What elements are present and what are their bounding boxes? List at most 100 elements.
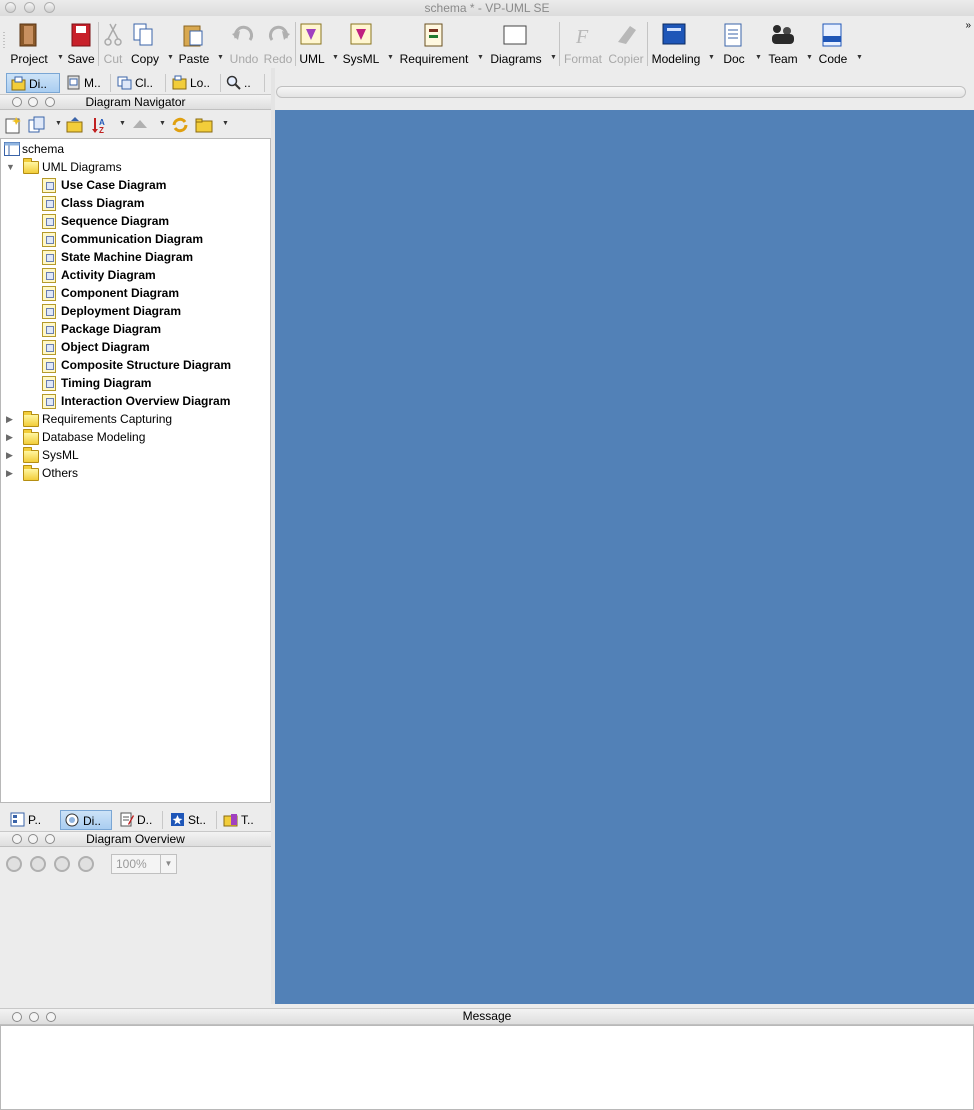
save-button[interactable]: Save xyxy=(66,20,96,66)
collapsed-triangle-icon[interactable]: ▶ xyxy=(6,446,13,464)
tab-class-repository[interactable]: Cl.. xyxy=(113,73,163,93)
tree-label: Interaction Overview Diagram xyxy=(61,394,231,408)
toolbar-overflow-button[interactable]: » xyxy=(965,20,971,31)
main-toolbar: F Project ▼ Save Cut Copy ▼ Paste ▼ Undo… xyxy=(0,16,974,68)
diagram-navigator-title: Diagram Navigator xyxy=(85,95,186,109)
zoom-window-button[interactable] xyxy=(44,2,55,13)
code-button[interactable]: Code xyxy=(816,20,850,66)
zoom-out-icon[interactable] xyxy=(30,856,46,872)
tab-diagram-navigator[interactable]: Di.. xyxy=(6,73,60,93)
diagram-tree: schema ▼ UML Diagrams Use Case Diagram Cl… xyxy=(0,138,271,803)
code-dropdown-arrow[interactable]: ▼ xyxy=(856,54,863,62)
folder-dropdown-arrow[interactable]: ▼ xyxy=(222,120,229,127)
team-button[interactable]: Team xyxy=(765,20,801,66)
tree-item-diagram[interactable]: Interaction Overview Diagram xyxy=(42,392,230,410)
uml-button[interactable]: UML xyxy=(297,20,327,66)
diagram-icon-shape xyxy=(42,340,56,355)
tree-folder[interactable]: ▶ Requirements Capturing xyxy=(6,410,172,428)
diagram-icon-shape xyxy=(42,394,56,409)
tree-item-diagram[interactable]: Deployment Diagram xyxy=(42,302,181,320)
tab-model-explorer[interactable]: M.. xyxy=(62,73,106,93)
tab-documentation[interactable]: D.. xyxy=(115,810,161,830)
copy-dropdown-arrow[interactable]: ▼ xyxy=(167,54,174,62)
tree-item-diagram[interactable]: Activity Diagram xyxy=(42,266,156,284)
tree-item-diagram[interactable]: Composite Structure Diagram xyxy=(42,356,231,374)
expanded-triangle-icon[interactable]: ▼ xyxy=(6,158,15,176)
tab-template[interactable]: T.. xyxy=(219,810,263,830)
up-dropdown-arrow[interactable]: ▼ xyxy=(159,120,166,127)
property-icon xyxy=(10,812,25,827)
requirement-dropdown-arrow[interactable]: ▼ xyxy=(477,54,484,62)
paste-button[interactable]: Paste xyxy=(176,20,212,66)
tree-item-diagram[interactable]: Component Diagram xyxy=(42,284,179,302)
class-repository-icon xyxy=(117,76,132,90)
diagram-canvas[interactable] xyxy=(275,110,974,1004)
copy-button[interactable]: Copy xyxy=(128,20,162,66)
diagram-filter-icon[interactable] xyxy=(28,116,46,134)
doc-button[interactable]: Doc xyxy=(719,20,749,66)
open-folder-icon[interactable] xyxy=(66,116,84,134)
tab-stereotype[interactable]: St.. xyxy=(166,810,214,830)
format-button[interactable]: Format xyxy=(562,20,604,66)
zoom-in-icon[interactable] xyxy=(6,856,22,872)
tab-logical-view[interactable]: Lo.. xyxy=(168,73,218,93)
chevron-down-icon[interactable]: ▼ xyxy=(160,855,176,873)
diagrams-dropdown-arrow[interactable]: ▼ xyxy=(550,54,557,62)
project-button[interactable]: Project xyxy=(8,20,50,66)
tree-item-diagram[interactable]: Sequence Diagram xyxy=(42,212,169,230)
sysml-dropdown-arrow[interactable]: ▼ xyxy=(387,54,394,62)
toolbar-separator xyxy=(647,22,648,66)
project-dropdown-arrow[interactable]: ▼ xyxy=(57,54,64,62)
tree-item-diagram[interactable]: State Machine Diagram xyxy=(42,248,193,266)
tree-folder[interactable]: ▶ Database Modeling xyxy=(6,428,145,446)
tab-property[interactable]: P.. xyxy=(6,810,54,830)
sysml-button[interactable]: SysML xyxy=(341,20,381,66)
tree-item-diagram[interactable]: Use Case Diagram xyxy=(42,176,166,194)
zoom-combo[interactable]: 100% ▼ xyxy=(111,854,177,874)
sort-icon[interactable]: AZ xyxy=(92,116,110,134)
redo-button[interactable]: Redo xyxy=(263,20,293,66)
doc-dropdown-arrow[interactable]: ▼ xyxy=(755,54,762,62)
zoom-fit-icon[interactable] xyxy=(78,856,94,872)
zoom-actual-icon[interactable] xyxy=(54,856,70,872)
filter-dropdown-arrow[interactable]: ▼ xyxy=(55,120,62,127)
uml-dropdown-arrow[interactable]: ▼ xyxy=(332,54,339,62)
cut-button[interactable]: Cut xyxy=(101,20,125,66)
tree-item-diagram[interactable]: Object Diagram xyxy=(42,338,150,356)
tab-diagram-overview[interactable]: Di.. xyxy=(60,810,112,830)
undo-button[interactable]: Undo xyxy=(228,20,260,66)
message-title: Message xyxy=(462,1009,512,1023)
tree-folder[interactable]: ▶ SysML xyxy=(6,446,79,464)
tree-folder[interactable]: ▶ Others xyxy=(6,464,78,482)
modeling-dropdown-arrow[interactable]: ▼ xyxy=(708,54,715,62)
collapsed-triangle-icon[interactable]: ▶ xyxy=(6,410,13,428)
tree-item-diagram[interactable]: Timing Diagram xyxy=(42,374,151,392)
tree-folder-uml-diagrams[interactable]: ▼ UML Diagrams xyxy=(6,158,122,176)
new-diagram-icon[interactable] xyxy=(4,116,22,134)
tab-label: St.. xyxy=(188,813,207,827)
message-area[interactable] xyxy=(0,1025,974,1110)
tree-item-diagram[interactable]: Class Diagram xyxy=(42,194,144,212)
collapsed-triangle-icon[interactable]: ▶ xyxy=(6,464,13,482)
copier-label: Copier xyxy=(608,52,644,66)
team-dropdown-arrow[interactable]: ▼ xyxy=(806,54,813,62)
tree-root-schema[interactable]: schema xyxy=(4,140,64,158)
refresh-icon[interactable] xyxy=(171,116,189,134)
close-window-button[interactable] xyxy=(5,2,16,13)
diagrams-button[interactable]: Diagrams xyxy=(488,20,544,66)
minimize-window-button[interactable] xyxy=(24,2,35,13)
sort-dropdown-arrow[interactable]: ▼ xyxy=(119,120,126,127)
folder-icon[interactable] xyxy=(195,116,213,134)
tree-item-diagram[interactable]: Communication Diagram xyxy=(42,230,203,248)
up-arrow-icon[interactable] xyxy=(131,116,149,134)
modeling-button[interactable]: Modeling xyxy=(649,20,703,66)
collapsed-triangle-icon[interactable]: ▶ xyxy=(6,428,13,446)
folder-shape xyxy=(23,465,39,481)
paste-dropdown-arrow[interactable]: ▼ xyxy=(217,54,224,62)
folder-icon xyxy=(23,411,39,428)
copier-button[interactable]: Copier xyxy=(606,20,646,66)
requirement-button[interactable]: Requirement xyxy=(397,20,471,66)
tab-search[interactable]: .. xyxy=(222,73,260,93)
diagram-overview-icon xyxy=(65,813,79,827)
tree-item-diagram[interactable]: Package Diagram xyxy=(42,320,161,338)
